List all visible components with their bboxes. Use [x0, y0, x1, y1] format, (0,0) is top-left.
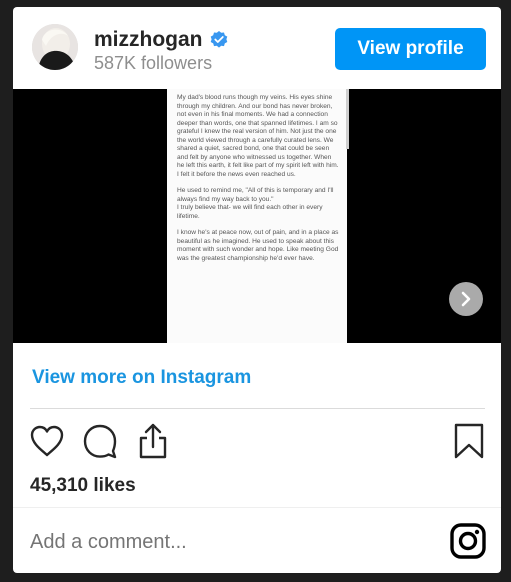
instagram-embed-card: mizzhogan 587K followers View profile My…	[13, 7, 501, 573]
chevron-right-icon[interactable]	[449, 282, 483, 316]
comment-bubble-icon[interactable]	[81, 422, 119, 460]
post-text-paragraph: My dad's blood runs though my veins. His…	[177, 94, 339, 178]
instagram-logo-icon[interactable]	[450, 523, 486, 559]
post-text-paragraph: He used to remind me, "All of this is te…	[177, 187, 334, 220]
avatar[interactable]	[32, 24, 78, 70]
divider	[30, 408, 485, 409]
verified-badge-icon	[209, 30, 229, 50]
view-more-link[interactable]: View more on Instagram	[32, 367, 251, 389]
like-count[interactable]: 45,310 likes	[30, 475, 136, 497]
heart-icon[interactable]	[28, 422, 66, 460]
username-text[interactable]: mizzhogan	[94, 28, 203, 52]
post-header: mizzhogan 587K followers View profile	[13, 7, 501, 91]
share-icon[interactable]	[134, 422, 172, 460]
divider	[13, 507, 501, 508]
post-image-scrollbar	[346, 89, 349, 149]
post-image: My dad's blood runs though my veins. His…	[167, 89, 347, 343]
view-profile-button[interactable]: View profile	[335, 28, 486, 70]
username[interactable]: mizzhogan	[94, 28, 229, 52]
post-media[interactable]: My dad's blood runs though my veins. His…	[13, 89, 501, 343]
post-text-paragraph: I know he's at peace now, out of pain, a…	[177, 229, 339, 262]
comment-input[interactable]	[30, 527, 430, 557]
bookmark-icon[interactable]	[450, 422, 488, 460]
follower-count: 587K followers	[94, 53, 213, 73]
action-bar	[13, 420, 501, 464]
